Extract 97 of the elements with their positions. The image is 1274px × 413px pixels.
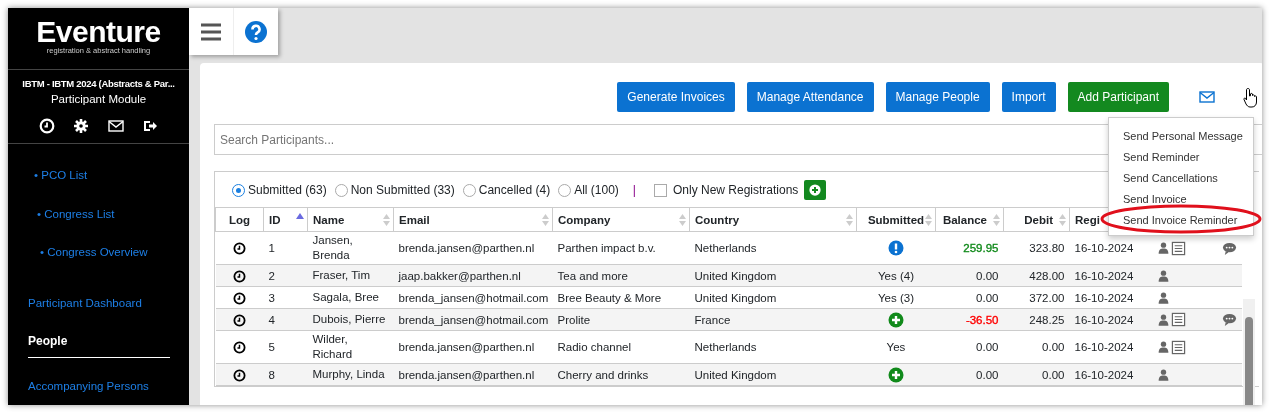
table-cell: Netherlands	[689, 231, 857, 265]
table-cell: Yes	[856, 330, 936, 364]
form-icon[interactable]	[1170, 339, 1186, 355]
person-icon[interactable]	[1156, 312, 1170, 327]
table-cell: 16-10-2024	[1069, 286, 1152, 309]
hand-cursor-icon	[1243, 87, 1259, 109]
column-header[interactable]: Log	[215, 207, 264, 232]
radio-option[interactable]: Non Submitted (33)	[334, 181, 455, 199]
clock-icon[interactable]	[233, 242, 246, 256]
person-icon[interactable]	[1156, 368, 1170, 382]
clock-icon[interactable]	[233, 368, 246, 382]
settings-icon[interactable]	[73, 118, 90, 135]
module-title: Participant Module	[49, 92, 148, 107]
plus-icon	[809, 184, 822, 196]
nav-link[interactable]: Accompanying Persons	[28, 378, 189, 396]
table-cell: 372.00	[1003, 286, 1070, 309]
person-icon[interactable]	[1156, 241, 1170, 256]
table-cell: 5	[263, 330, 308, 364]
column-header[interactable]: Balance	[935, 207, 1004, 232]
table-cell: Tea and more	[552, 264, 690, 287]
table-cell: Bree Beauty & More	[552, 286, 690, 309]
separator-text: |	[632, 182, 636, 199]
table-cell: brenda_jansen@hotmail.com	[393, 308, 553, 331]
clock-icon[interactable]	[233, 341, 246, 355]
table-cell: Sagala, Bree	[307, 286, 394, 309]
form-icon[interactable]	[1170, 240, 1186, 256]
clock-icon[interactable]	[233, 313, 246, 327]
radio-option[interactable]: Cancelled (4)	[462, 181, 551, 199]
column-header[interactable]: Email	[393, 207, 553, 232]
plus-icon	[888, 366, 904, 383]
menu-item[interactable]: Send Invoice	[1109, 189, 1253, 210]
table-cell: 259.95	[963, 242, 999, 254]
column-header[interactable]: Debit	[1003, 207, 1070, 232]
plus-icon	[888, 311, 904, 328]
action-button[interactable]: Add Participant	[1067, 82, 1169, 112]
radio-option[interactable]: Submitted (63)	[232, 181, 327, 199]
table-cell: jaap.bakker@parthen.nl	[393, 264, 553, 287]
menu-icon[interactable]	[200, 21, 222, 42]
table-cell: 323.80	[1003, 231, 1070, 265]
nav-link[interactable]: People	[28, 332, 170, 359]
menu-item[interactable]: Send Personal Message	[1109, 126, 1253, 147]
add-button[interactable]	[804, 180, 827, 200]
checkbox-option[interactable]: Only New Registrations	[645, 181, 799, 199]
column-header[interactable]: Submitted	[856, 207, 936, 232]
table-cell: Parthen impact b.v.	[552, 231, 690, 265]
menu-item[interactable]: Send Cancellations	[1109, 168, 1253, 189]
comment-icon[interactable]	[1221, 312, 1237, 328]
form-icon[interactable]	[1170, 312, 1186, 328]
event-title: IBTM - IBTM 2024 (Abstracts & Par...	[21, 77, 176, 91]
action-button[interactable]: Generate Invoices	[617, 82, 735, 112]
table-cell: 1	[263, 231, 308, 265]
table-cell: 0.00	[976, 291, 999, 304]
table-cell: -36.50	[965, 313, 999, 326]
nav-link[interactable]: Participant Dashboard	[28, 295, 189, 313]
table-cell: 3	[263, 286, 308, 309]
comment-icon[interactable]	[1221, 240, 1237, 256]
alert-icon	[888, 240, 904, 256]
table-cell: brenda.jansen@parthen.nl	[393, 231, 553, 265]
person-icon[interactable]	[1156, 291, 1170, 305]
clock-icon[interactable]	[233, 291, 246, 305]
help-icon[interactable]	[244, 20, 267, 43]
action-button[interactable]: Import	[1001, 82, 1056, 112]
table-cell: brenda.jansen@parthen.nl	[393, 363, 553, 386]
table-cell: Yes (3)	[856, 286, 936, 309]
table-cell: France	[689, 308, 857, 331]
action-button[interactable]: Manage People	[885, 82, 990, 112]
table-cell: brenda.jansen@parthen.nl	[393, 330, 553, 364]
column-header[interactable]: Name	[307, 207, 394, 232]
table-cell: Wilder, Richard	[307, 330, 394, 364]
table-cell: Netherlands	[689, 330, 857, 364]
clock-icon[interactable]	[233, 269, 246, 283]
table-cell: Cherry and drinks	[552, 363, 690, 386]
nav-link[interactable]: • Congress Overview	[40, 243, 148, 261]
column-header[interactable]: Company	[552, 207, 690, 232]
nav-link[interactable]: • Congress List	[37, 205, 115, 223]
table-cell: United Kingdom	[689, 363, 857, 386]
column-header[interactable]: Country	[689, 207, 857, 232]
mail-icon[interactable]	[107, 118, 124, 135]
column-header[interactable]: ID	[263, 207, 308, 232]
table-cell: United Kingdom	[689, 286, 857, 309]
table-cell: Prolite	[552, 308, 690, 331]
person-icon[interactable]	[1156, 269, 1170, 283]
table-cell: brenda_jansen@hotmail.com	[393, 286, 553, 309]
action-button[interactable]: Manage Attendance	[746, 82, 874, 112]
table-cell: 0.00	[976, 341, 999, 353]
person-icon[interactable]	[1156, 340, 1170, 355]
table-cell: United Kingdom	[689, 264, 857, 287]
table-cell: 16-10-2024	[1069, 330, 1152, 364]
table-cell: 0.00	[1003, 330, 1070, 364]
logo-text: Eventure	[35, 14, 162, 46]
sort-ascending-icon[interactable]	[296, 212, 304, 220]
nav-link[interactable]: • PCO List	[34, 167, 88, 185]
table-cell: 0.00	[976, 368, 999, 381]
table-cell: Jansen, Brenda	[307, 231, 394, 265]
table-cell: 0.00	[976, 269, 999, 282]
radio-option[interactable]: All (100)	[558, 181, 619, 199]
table-cell: Radio channel	[552, 330, 690, 364]
